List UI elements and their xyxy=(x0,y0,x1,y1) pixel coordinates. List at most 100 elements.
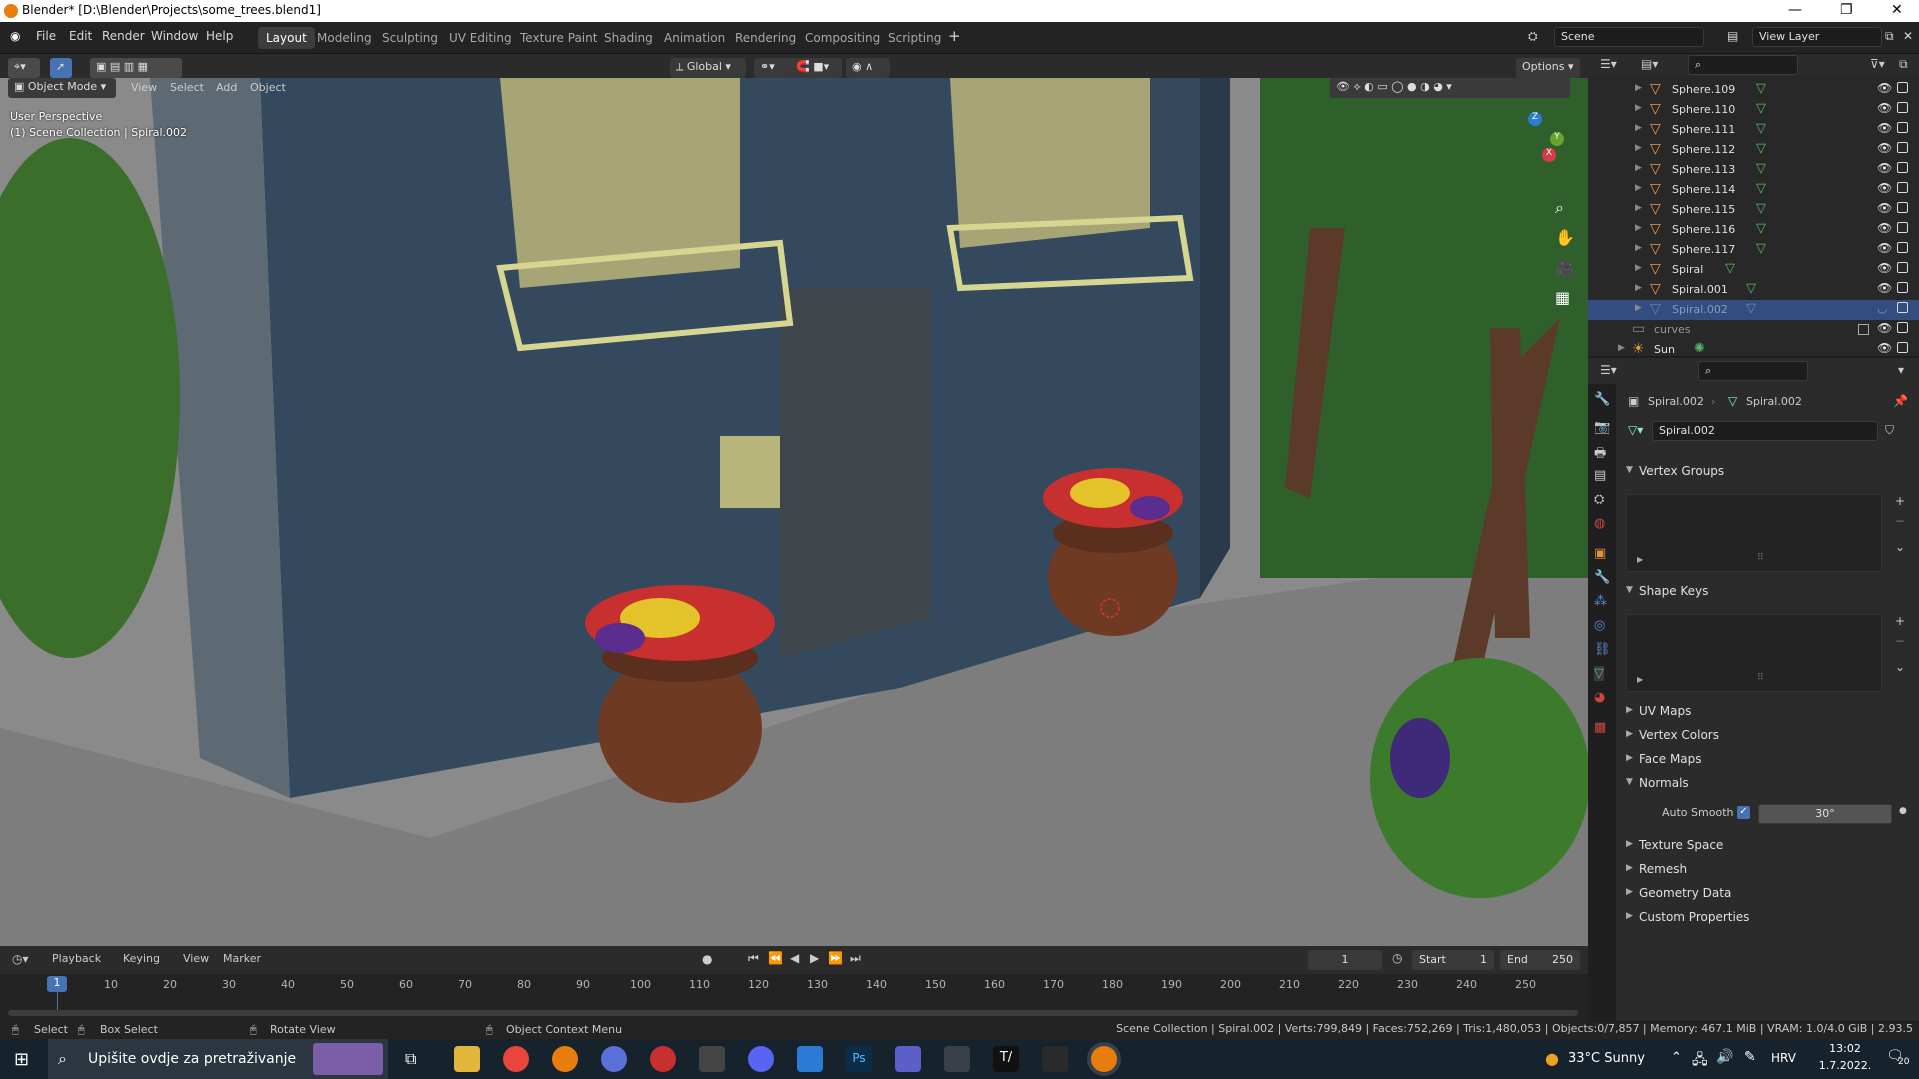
unity-icon[interactable] xyxy=(699,1046,725,1072)
render-camera-icon[interactable] xyxy=(1897,282,1908,293)
vertex-group-menu-icon[interactable]: ⌄ xyxy=(1895,540,1905,554)
auto-smooth-angle-field[interactable]: 30° xyxy=(1758,804,1892,824)
mesh-data-icon[interactable]: ▽ xyxy=(1756,241,1766,256)
tab-shading[interactable]: Shading xyxy=(596,27,661,49)
remove-vertex-group-icon[interactable]: − xyxy=(1895,514,1905,528)
visibility-eye-icon[interactable]: 👁 xyxy=(1877,221,1892,235)
pin-icon[interactable]: 📌 xyxy=(1893,394,1908,408)
restore-icon[interactable]: ❐ xyxy=(1840,2,1853,18)
keyframe-dot-icon[interactable]: ● xyxy=(1899,806,1907,816)
mesh-data-icon[interactable]: ▽ xyxy=(1746,281,1756,296)
windows-start-icon[interactable]: ⊞ xyxy=(14,1049,29,1070)
outliner-row-sphere-114[interactable]: ▶ ▽ Sphere.114 ▽ 👁 xyxy=(1588,180,1919,200)
render-camera-icon[interactable] xyxy=(1897,342,1908,353)
render-camera-icon[interactable] xyxy=(1897,262,1908,273)
play-icon[interactable]: ▶ xyxy=(810,951,819,965)
gizmo-z-axis[interactable]: Z xyxy=(1528,112,1542,126)
expand-icon[interactable]: ▶ xyxy=(1635,283,1642,293)
list-expand-icon[interactable]: ▶ xyxy=(1637,675,1643,684)
constraints-tab-icon[interactable]: ⛓ xyxy=(1594,642,1611,657)
taskbar-search[interactable]: ⌕ Upišite ovdje za pretraživanje xyxy=(48,1039,388,1079)
object-tab-icon[interactable]: ▣ xyxy=(1594,546,1606,561)
expand-icon[interactable]: ▶ xyxy=(1618,343,1625,353)
panel-vertex-colors[interactable]: ▶ Vertex Colors xyxy=(1626,728,1914,748)
render-camera-icon[interactable] xyxy=(1897,322,1908,333)
camera-view-icon[interactable]: 🎥 xyxy=(1555,258,1575,277)
mesh-data-icon[interactable]: ▽ xyxy=(1756,201,1766,216)
timeline-menu-playback[interactable]: Playback xyxy=(52,952,101,965)
timeline-scrollbar[interactable] xyxy=(8,1010,1578,1016)
list-resize-handle[interactable]: ⠿ xyxy=(1757,673,1764,683)
render-camera-icon[interactable] xyxy=(1897,82,1908,93)
volume-icon[interactable]: 🔊 xyxy=(1716,1049,1733,1065)
outliner-row-spiral-002[interactable]: ▶ ▽ Spiral.002 ▽ ◡ xyxy=(1588,300,1919,320)
tab-uv-editing[interactable]: UV Editing xyxy=(441,27,520,49)
tab-sculpting[interactable]: Sculpting xyxy=(374,27,446,49)
weather-text[interactable]: 33°C Sunny xyxy=(1568,1051,1645,1066)
tray-chevron-icon[interactable]: ⌃ xyxy=(1671,1050,1682,1065)
mesh-data-icon[interactable]: ▽ xyxy=(1756,181,1766,196)
jump-start-icon[interactable]: ⏮ xyxy=(748,951,759,966)
start-frame-field[interactable]: Start 1 xyxy=(1412,950,1494,970)
typora-icon[interactable]: T/ xyxy=(993,1046,1019,1072)
app-icon[interactable] xyxy=(1042,1046,1068,1072)
panel-vertex-groups[interactable]: ▼ Vertex Groups xyxy=(1626,464,1914,484)
visibility-eye-icon[interactable]: 👁 xyxy=(1877,81,1892,95)
scene-selector[interactable]: Scene xyxy=(1554,27,1704,47)
menu-file[interactable]: File xyxy=(36,29,56,43)
expand-icon[interactable]: ▶ xyxy=(1635,143,1642,153)
outliner-row-spiral-001[interactable]: ▶ ▽ Spiral.001 ▽ 👁 xyxy=(1588,280,1919,300)
new-view-layer-icon[interactable]: ⧉ xyxy=(1885,29,1894,44)
vertex-groups-list[interactable]: ▶ ⠿ xyxy=(1626,494,1882,572)
output-tab-icon[interactable]: 🖶 xyxy=(1594,444,1606,466)
substance-icon[interactable] xyxy=(650,1046,676,1072)
outliner-editor-type-icon[interactable]: ☰▾ xyxy=(1600,57,1617,71)
view-layer-icon[interactable]: ▤ xyxy=(1727,29,1738,43)
display-mode-icon[interactable]: ▤▾ xyxy=(1641,57,1658,71)
next-keyframe-icon[interactable]: ⏩ xyxy=(828,951,843,965)
mesh-data-icon[interactable]: ▽ xyxy=(1756,121,1766,136)
record-icon[interactable]: ● xyxy=(702,952,712,966)
blender-active-icon[interactable] xyxy=(1091,1046,1117,1072)
proportional-edit-icon[interactable]: ◉ ∧ xyxy=(846,58,890,78)
visibility-eye-icon[interactable]: 👁 xyxy=(1877,101,1892,115)
clock-time[interactable]: 13:02 xyxy=(1810,1042,1880,1055)
list-expand-icon[interactable]: ▶ xyxy=(1637,555,1643,564)
tab-animation[interactable]: Animation xyxy=(656,27,733,49)
pivot-icon[interactable]: ⚭▾ xyxy=(754,58,794,78)
panel-normals[interactable]: ▼ Normals xyxy=(1626,776,1914,796)
clock-date[interactable]: 1.7.2022. xyxy=(1810,1059,1880,1072)
jump-end-icon[interactable]: ⏭ xyxy=(850,951,861,966)
playhead[interactable]: 1 xyxy=(47,976,67,992)
mesh-data-icon[interactable]: ▽ xyxy=(1756,81,1766,96)
menu-edit[interactable]: Edit xyxy=(69,29,92,43)
expand-icon[interactable]: ▶ xyxy=(1635,263,1642,273)
scene-icon[interactable]: ⛭ xyxy=(1528,29,1538,44)
network-icon[interactable]: 🖧 xyxy=(1692,1049,1708,1073)
properties-options-icon[interactable]: ▾ xyxy=(1898,363,1904,377)
blender-taskbar-icon[interactable] xyxy=(552,1046,578,1072)
remove-shape-key-icon[interactable]: − xyxy=(1895,634,1905,648)
panel-shape-keys[interactable]: ▼ Shape Keys xyxy=(1626,584,1914,604)
render-camera-icon[interactable] xyxy=(1897,182,1908,193)
mesh-data-icon[interactable]: ▽ xyxy=(1756,101,1766,116)
select-tool-icon[interactable]: ➚ xyxy=(50,58,72,78)
outliner-row-sphere-116[interactable]: ▶ ▽ Sphere.116 ▽ 👁 xyxy=(1588,220,1919,240)
outliner-row-sun[interactable]: ▶ ☀ Sun ✺ 👁 xyxy=(1588,340,1919,360)
new-collection-icon[interactable]: ⧉ xyxy=(1899,57,1908,72)
outliner-row-curves[interactable]: ▭ curves 👁 xyxy=(1588,320,1919,340)
texture-tab-icon[interactable]: ▩ xyxy=(1594,720,1606,735)
list-resize-handle[interactable]: ⠿ xyxy=(1757,553,1764,563)
vscode-icon[interactable] xyxy=(797,1046,823,1072)
add-workspace-icon[interactable]: + xyxy=(948,27,961,45)
mesh-data-icon[interactable]: ▽ xyxy=(1756,141,1766,156)
expand-icon[interactable]: ▶ xyxy=(1635,303,1642,313)
end-frame-field[interactable]: End 250 xyxy=(1500,950,1580,970)
filter-icon[interactable]: ⊽▾ xyxy=(1870,57,1885,71)
minimize-icon[interactable]: — xyxy=(1788,2,1802,18)
cinema-icon[interactable] xyxy=(601,1046,627,1072)
options-dropdown[interactable]: Options ▾ xyxy=(1516,58,1580,78)
transform-orientation-dropdown[interactable]: ⟂ Global ▾ xyxy=(670,58,746,78)
play-reverse-icon[interactable]: ◀ xyxy=(790,951,799,965)
snap-icon[interactable]: 🧲 ■▾ xyxy=(790,58,842,78)
